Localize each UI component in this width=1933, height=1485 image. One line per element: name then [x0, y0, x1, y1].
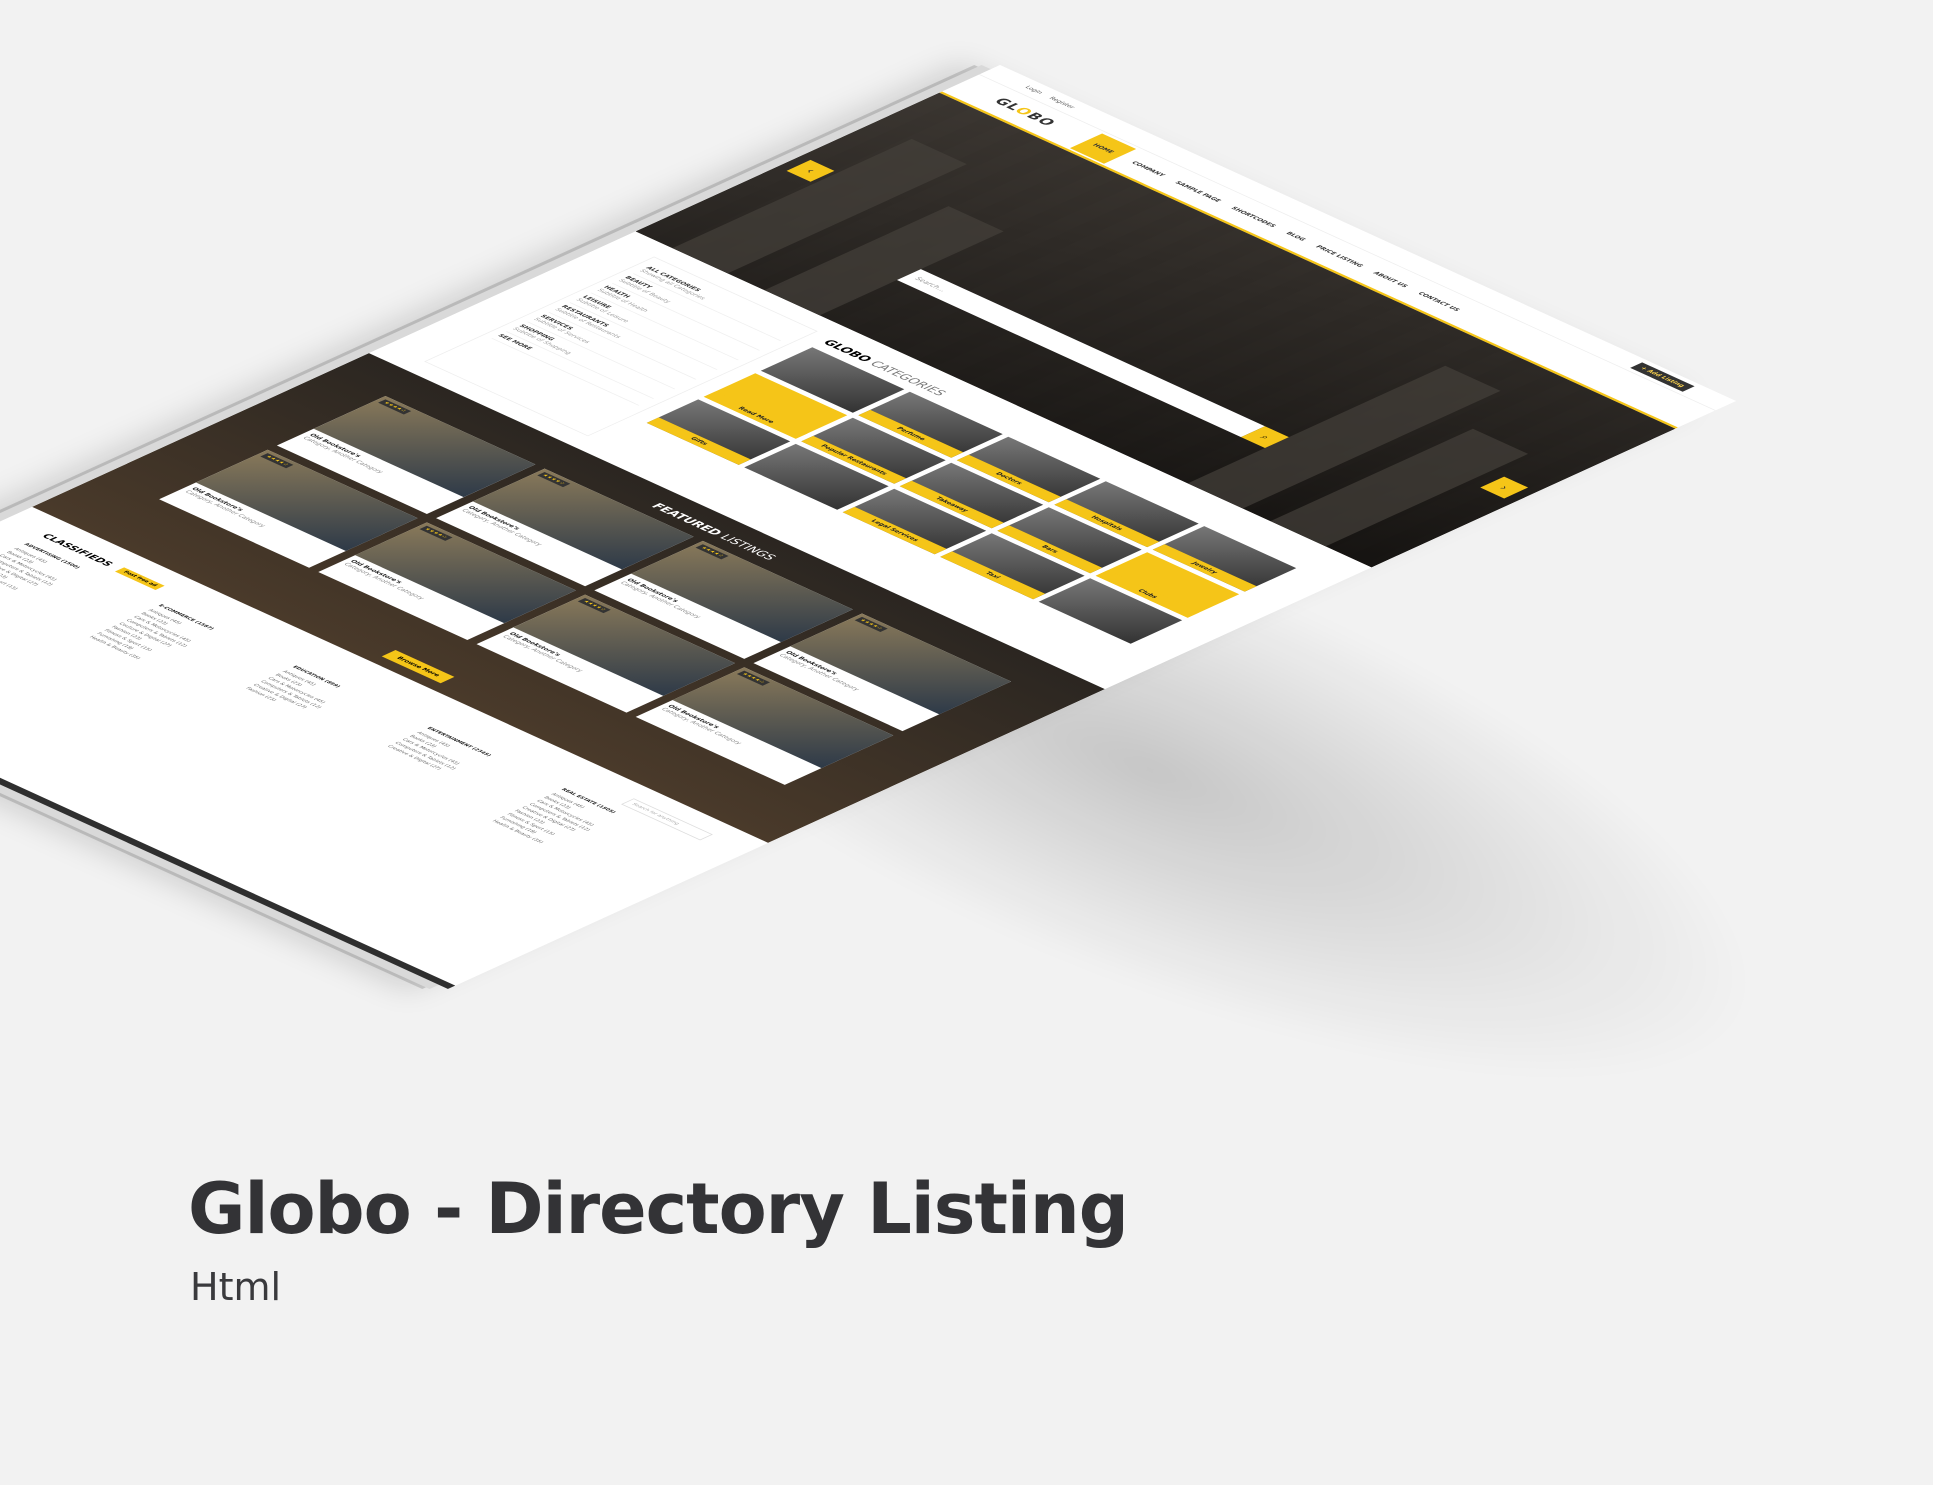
classified-group: REAL ESTATE (1505) Antiques (45) Books (23…: [489, 787, 690, 879]
rating-stars: ★★★★☆: [419, 525, 453, 541]
nav-item-company[interactable]: COMPANY: [1130, 160, 1167, 177]
login-link[interactable]: Login: [1023, 85, 1044, 95]
rating-stars: ★★★★☆: [536, 471, 571, 488]
mockup-stage: Login Register + Add Listing GLOBO HOME …: [0, 0, 1933, 1100]
caption-subtitle: Html: [190, 1265, 282, 1309]
hero-next-arrow[interactable]: ›: [1480, 476, 1529, 499]
nav-item-price-listing[interactable]: PRICE LISTING: [1314, 244, 1365, 267]
rating-stars: ★★★★☆: [378, 399, 412, 415]
rating-stars: ★★★★☆: [695, 544, 729, 560]
nav-item-blog[interactable]: BLOG: [1284, 231, 1307, 242]
rating-stars: ★★★★☆: [736, 670, 770, 686]
nav-item-shortcodes[interactable]: SHORTCODES: [1229, 206, 1278, 228]
nav-item-contact-us[interactable]: CONTACT US: [1416, 291, 1462, 312]
rating-stars: ★★★★☆: [577, 597, 612, 614]
nav-item-about-us[interactable]: ABOUT US: [1372, 271, 1410, 288]
rating-stars: ★★★★☆: [854, 616, 888, 632]
nav-item-sample-page[interactable]: SAMPLE PAGE: [1173, 180, 1223, 203]
rating-stars: ★★★★☆: [260, 453, 294, 469]
caption-title: Globo - Directory Listing: [188, 1168, 1129, 1250]
